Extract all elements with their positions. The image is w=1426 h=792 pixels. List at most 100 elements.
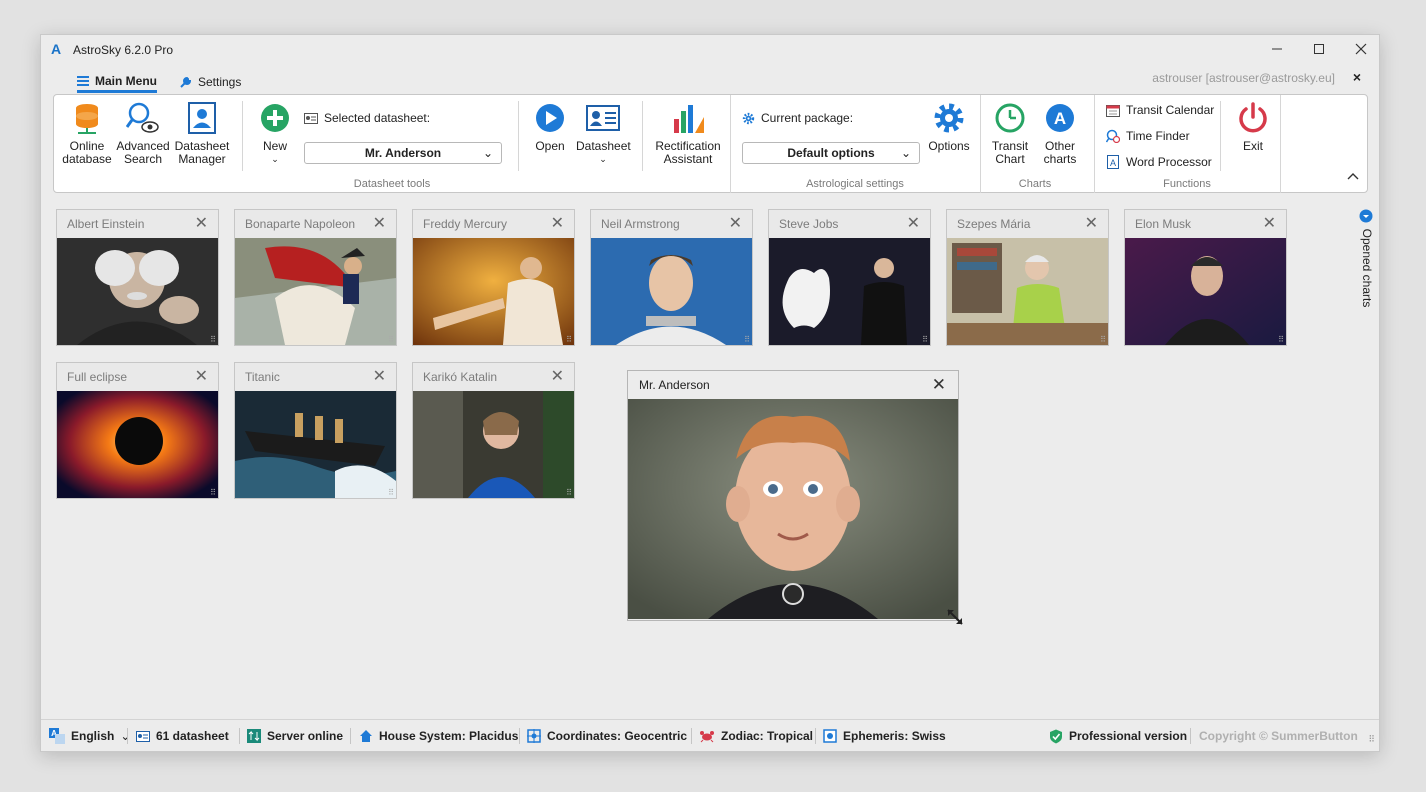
collapse-ribbon-button[interactable] [1347, 169, 1359, 183]
selected-chart-photo [628, 399, 958, 619]
resize-grip-icon: ⠿ [566, 488, 572, 497]
status-separator [815, 728, 816, 744]
close-icon[interactable]: ✕ [195, 210, 208, 238]
language-select[interactable]: A English ⌄ [49, 720, 130, 752]
chart-card[interactable]: Steve Jobs ✕ ⠿ [768, 209, 931, 346]
advanced-search-button[interactable]: Advanced Search [116, 101, 170, 166]
close-icon[interactable]: ✕ [373, 363, 386, 391]
crosshair-icon [527, 729, 541, 743]
chart-card[interactable]: Szepes Mária ✕ ⠿ [946, 209, 1109, 346]
resize-diagonal-icon[interactable] [946, 608, 964, 626]
chart-card[interactable]: Albert Einstein ✕ ⠿ [56, 209, 219, 346]
chevron-down-icon: ⌄ [900, 146, 911, 160]
chart-card-title: Titanic [245, 370, 280, 384]
zodiac[interactable]: Zodiac: Tropical [699, 720, 813, 752]
bar-chart-icon [674, 105, 704, 133]
house-system[interactable]: House System: Placidus [359, 720, 518, 752]
other-charts-button[interactable]: A Other charts [1038, 101, 1082, 166]
functions-group-label: Functions [1163, 178, 1211, 190]
gear-icon [934, 103, 964, 133]
other-charts-icon: A [1046, 104, 1074, 132]
close-icon[interactable]: ✕ [373, 210, 386, 238]
chart-card[interactable]: Full eclipse ✕ ⠿ [56, 362, 219, 499]
coordinates[interactable]: Coordinates: Geocentric [527, 720, 687, 752]
close-icon[interactable]: ✕ [1085, 210, 1098, 238]
current-package-select[interactable]: Default options ⌄ [742, 142, 920, 164]
chart-card-title: Albert Einstein [67, 217, 145, 231]
word-processor-button[interactable]: A Word Processor [1106, 155, 1212, 169]
minimize-button[interactable] [1257, 39, 1297, 61]
chart-card[interactable]: Bonaparte Napoleon ✕ ⠿ [234, 209, 397, 346]
opened-charts-tab[interactable]: Opened charts [1356, 209, 1376, 309]
chart-card[interactable]: Elon Musk ✕ ⠿ [1124, 209, 1287, 346]
chevron-down-circle-icon [1359, 209, 1373, 223]
ephemeris[interactable]: Ephemeris: Swiss [823, 720, 946, 752]
svg-text:A: A [1110, 158, 1116, 168]
close-icon[interactable]: ✕ [1263, 210, 1276, 238]
crab-icon [700, 731, 714, 743]
transit-chart-button[interactable]: Transit Chart [986, 101, 1034, 166]
power-icon [1239, 102, 1267, 133]
close-icon[interactable]: ✕ [907, 210, 920, 238]
gear-icon [742, 112, 755, 124]
id-card-icon [304, 112, 318, 124]
copyright: Copyright © SummerButton [1199, 720, 1358, 752]
copyright-text: Copyright © SummerButton [1199, 729, 1358, 743]
ribbon-separator [518, 101, 519, 171]
resize-grip-icon[interactable]: ⠿ [1368, 734, 1375, 745]
tab-main-menu[interactable]: Main Menu [77, 71, 157, 93]
time-finder-button[interactable]: Time Finder [1106, 129, 1190, 143]
resize-grip-icon: ⠿ [1100, 335, 1106, 344]
house-system-text: House System: Placidus [379, 729, 519, 743]
charts-group-label: Charts [1018, 178, 1052, 190]
app-window: A AstroSky 6.2.0 Pro Main Menu Settings … [40, 34, 1380, 752]
resize-grip-icon: ⠿ [388, 488, 394, 497]
chart-card[interactable]: Neil Armstrong ✕ ⠿ [590, 209, 753, 346]
rectification-assistant-button[interactable]: Rectification Assistant [652, 101, 724, 166]
logout-button[interactable]: × [1353, 69, 1361, 85]
chevron-down-icon: ⌄ [599, 154, 607, 164]
tab-settings[interactable]: Settings [179, 71, 241, 93]
chart-card[interactable]: Freddy Mercury ✕ ⠿ [412, 209, 575, 346]
resize-grip-icon: ⠿ [1278, 335, 1284, 344]
chart-card-photo: ⠿ [57, 391, 218, 498]
exit-button[interactable]: Exit [1230, 101, 1276, 153]
status-separator [691, 728, 692, 744]
astrological-settings-group-label: Astrological settings [806, 178, 904, 190]
datasheet-button[interactable]: Datasheet ⌄ [576, 101, 631, 166]
resize-grip-icon: ⠿ [388, 335, 394, 344]
status-separator [127, 728, 128, 744]
close-icon[interactable]: ✕ [551, 363, 564, 391]
time-search-icon [1106, 129, 1120, 143]
transit-calendar-button[interactable]: Transit Calendar [1106, 103, 1214, 117]
status-separator [1190, 728, 1191, 744]
datasheet-manager-button[interactable]: Datasheet Manager [174, 101, 230, 166]
chart-card[interactable]: Titanic ✕ ⠿ [234, 362, 397, 499]
options-button[interactable]: Options [926, 101, 972, 153]
new-button[interactable]: New ⌄ [254, 101, 296, 166]
maximize-button[interactable] [1299, 39, 1339, 61]
chevron-down-icon: ⌄ [271, 154, 279, 164]
hamburger-icon [77, 76, 89, 86]
close-icon[interactable]: ✕ [932, 371, 946, 399]
online-database-button[interactable]: Online database [62, 101, 112, 166]
close-icon[interactable]: ✕ [195, 363, 208, 391]
other-charts-label: Other charts [1043, 139, 1077, 166]
chart-card[interactable]: Karikó Katalin ✕ ⠿ [412, 362, 575, 499]
close-icon[interactable]: ✕ [551, 210, 564, 238]
version-badge: Professional version [1049, 720, 1187, 752]
title-bar: A AstroSky 6.2.0 Pro [41, 35, 1379, 65]
chart-card-title: Bonaparte Napoleon [245, 217, 356, 231]
ribbon: Online database Advanced Search Datashee… [53, 94, 1368, 193]
version-text: Professional version [1069, 729, 1188, 743]
close-icon[interactable]: ✕ [729, 210, 742, 238]
coordinates-text: Coordinates: Geocentric [547, 729, 688, 743]
time-finder-label: Time Finder [1126, 129, 1190, 143]
open-button[interactable]: Open [530, 101, 570, 153]
current-package-label: Current package: [742, 111, 853, 125]
selected-chart-card[interactable]: Mr. Anderson ✕ [627, 370, 963, 625]
selected-datasheet-select[interactable]: Mr. Anderson ⌄ [304, 142, 502, 164]
chart-card-title: Neil Armstrong [601, 217, 680, 231]
chart-card-photo: ⠿ [413, 238, 574, 345]
close-window-button[interactable] [1341, 39, 1381, 61]
